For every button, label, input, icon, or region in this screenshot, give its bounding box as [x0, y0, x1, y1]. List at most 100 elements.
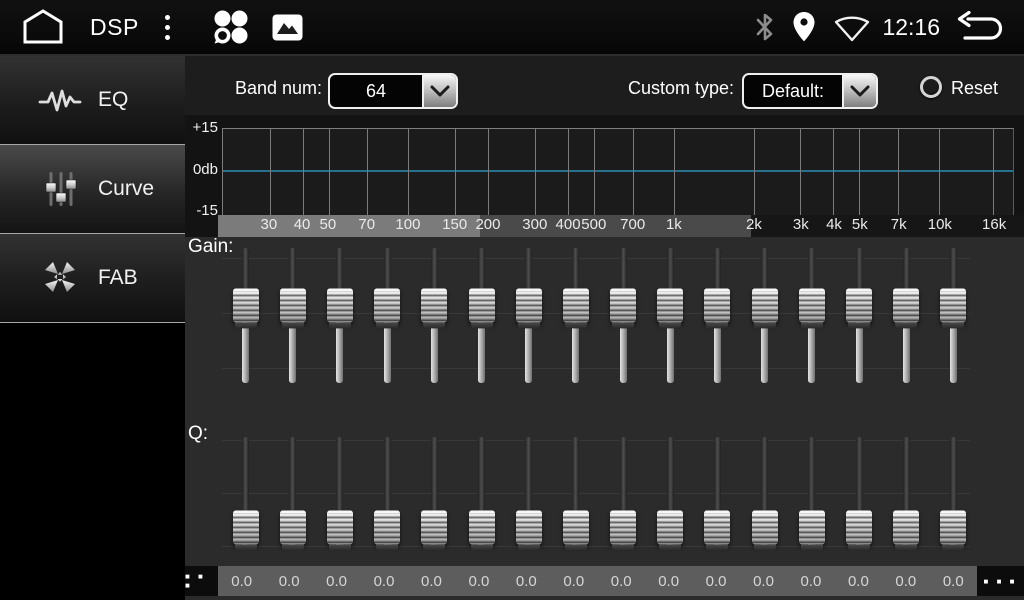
slider-track-upper[interactable]	[620, 437, 627, 514]
chevron-down-icon[interactable]	[842, 75, 876, 107]
slider-track-upper[interactable]	[714, 437, 721, 514]
q-slider-12[interactable]	[741, 437, 788, 552]
gain-slider-11[interactable]	[694, 248, 741, 385]
q-slider-thumb[interactable]	[280, 510, 306, 544]
gain-slider-6[interactable]	[458, 248, 505, 385]
gain-slider-thumb[interactable]	[327, 288, 353, 322]
slider-track-upper[interactable]	[242, 248, 249, 292]
gain-slider-5[interactable]	[411, 248, 458, 385]
slider-track-lower[interactable]	[856, 322, 863, 383]
custom-type-select[interactable]: Default:	[742, 73, 878, 109]
slider-track-upper[interactable]	[478, 248, 485, 292]
slider-track-lower[interactable]	[903, 322, 910, 383]
slider-track-lower[interactable]	[431, 322, 438, 383]
slider-track-lower[interactable]	[667, 322, 674, 383]
slider-track-upper[interactable]	[714, 248, 721, 292]
reset-radio[interactable]	[920, 76, 942, 98]
q-slider-thumb[interactable]	[846, 510, 872, 544]
slider-track-upper[interactable]	[572, 437, 579, 514]
slider-track-upper[interactable]	[950, 437, 957, 514]
gain-slider-15[interactable]	[883, 248, 930, 385]
sidebar-item-fab[interactable]: FAB	[0, 234, 185, 323]
q-slider-thumb[interactable]	[657, 510, 683, 544]
slider-track-upper[interactable]	[761, 437, 768, 514]
gain-more-right-button[interactable]: ■ ■ ■	[977, 566, 1024, 596]
gain-slider-thumb[interactable]	[657, 288, 683, 322]
gain-slider-thumb[interactable]	[704, 288, 730, 322]
gain-slider-thumb[interactable]	[516, 288, 542, 322]
q-slider-3[interactable]	[316, 437, 363, 552]
q-slider-11[interactable]	[694, 437, 741, 552]
q-slider-6[interactable]	[458, 437, 505, 552]
gain-slider-2[interactable]	[269, 248, 316, 385]
q-slider-thumb[interactable]	[233, 510, 259, 544]
gain-slider-9[interactable]	[600, 248, 647, 385]
q-slider-thumb[interactable]	[421, 510, 447, 544]
q-slider-5[interactable]	[411, 437, 458, 552]
reset-label[interactable]: Reset	[951, 78, 998, 99]
gain-slider-16[interactable]	[930, 248, 977, 385]
gain-slider-13[interactable]	[788, 248, 835, 385]
slider-track-upper[interactable]	[856, 437, 863, 514]
q-slider-thumb[interactable]	[516, 510, 542, 544]
gain-slider-8[interactable]	[552, 248, 599, 385]
gain-slider-thumb[interactable]	[752, 288, 778, 322]
q-slider-4[interactable]	[364, 437, 411, 552]
q-slider-thumb[interactable]	[940, 510, 966, 544]
gain-slider-thumb[interactable]	[799, 288, 825, 322]
slider-track-upper[interactable]	[667, 248, 674, 292]
slider-track-upper[interactable]	[478, 437, 485, 514]
gain-slider-thumb[interactable]	[893, 288, 919, 322]
q-slider-thumb[interactable]	[327, 510, 353, 544]
q-slider-thumb[interactable]	[704, 510, 730, 544]
q-slider-2[interactable]	[269, 437, 316, 552]
q-slider-thumb[interactable]	[893, 510, 919, 544]
slider-track-lower[interactable]	[384, 322, 391, 383]
slider-track-upper[interactable]	[808, 248, 815, 292]
slider-track-upper[interactable]	[620, 248, 627, 292]
gain-slider-thumb[interactable]	[846, 288, 872, 322]
gain-slider-thumb[interactable]	[421, 288, 447, 322]
slider-track-lower[interactable]	[242, 322, 249, 383]
back-icon[interactable]	[956, 11, 1004, 43]
slider-track-upper[interactable]	[289, 437, 296, 514]
q-slider-thumb[interactable]	[610, 510, 636, 544]
gain-slider-thumb[interactable]	[940, 288, 966, 322]
q-slider-14[interactable]	[835, 437, 882, 552]
q-slider-thumb[interactable]	[752, 510, 778, 544]
q-slider-8[interactable]	[552, 437, 599, 552]
q-slider-thumb[interactable]	[799, 510, 825, 544]
slider-track-lower[interactable]	[808, 322, 815, 383]
gallery-icon[interactable]	[272, 14, 303, 41]
gain-slider-thumb[interactable]	[233, 288, 259, 322]
gain-more-left-button[interactable]: ■ ■ ■	[185, 566, 218, 596]
slider-track-lower[interactable]	[714, 322, 721, 383]
slider-track-upper[interactable]	[761, 248, 768, 292]
slider-track-lower[interactable]	[950, 322, 957, 383]
apps-clover-icon[interactable]	[212, 8, 250, 46]
gain-slider-3[interactable]	[316, 248, 363, 385]
q-slider-1[interactable]	[222, 437, 269, 552]
gain-slider-12[interactable]	[741, 248, 788, 385]
slider-track-upper[interactable]	[903, 437, 910, 514]
chevron-down-icon[interactable]	[422, 75, 456, 107]
home-icon[interactable]	[20, 8, 66, 46]
slider-track-lower[interactable]	[478, 322, 485, 383]
slider-track-upper[interactable]	[572, 248, 579, 292]
gain-slider-thumb[interactable]	[280, 288, 306, 322]
band-num-select[interactable]: 64	[328, 73, 458, 109]
slider-track-lower[interactable]	[336, 322, 343, 383]
q-slider-13[interactable]	[788, 437, 835, 552]
sidebar-item-curve[interactable]: Curve	[0, 145, 185, 234]
gain-slider-1[interactable]	[222, 248, 269, 385]
slider-track-lower[interactable]	[761, 322, 768, 383]
slider-track-upper[interactable]	[242, 437, 249, 514]
gain-slider-7[interactable]	[505, 248, 552, 385]
kebab-menu-icon[interactable]	[159, 11, 176, 44]
gain-slider-4[interactable]	[364, 248, 411, 385]
slider-track-upper[interactable]	[667, 437, 674, 514]
slider-track-upper[interactable]	[384, 437, 391, 514]
q-slider-thumb[interactable]	[469, 510, 495, 544]
slider-track-upper[interactable]	[336, 437, 343, 514]
slider-track-lower[interactable]	[620, 322, 627, 383]
